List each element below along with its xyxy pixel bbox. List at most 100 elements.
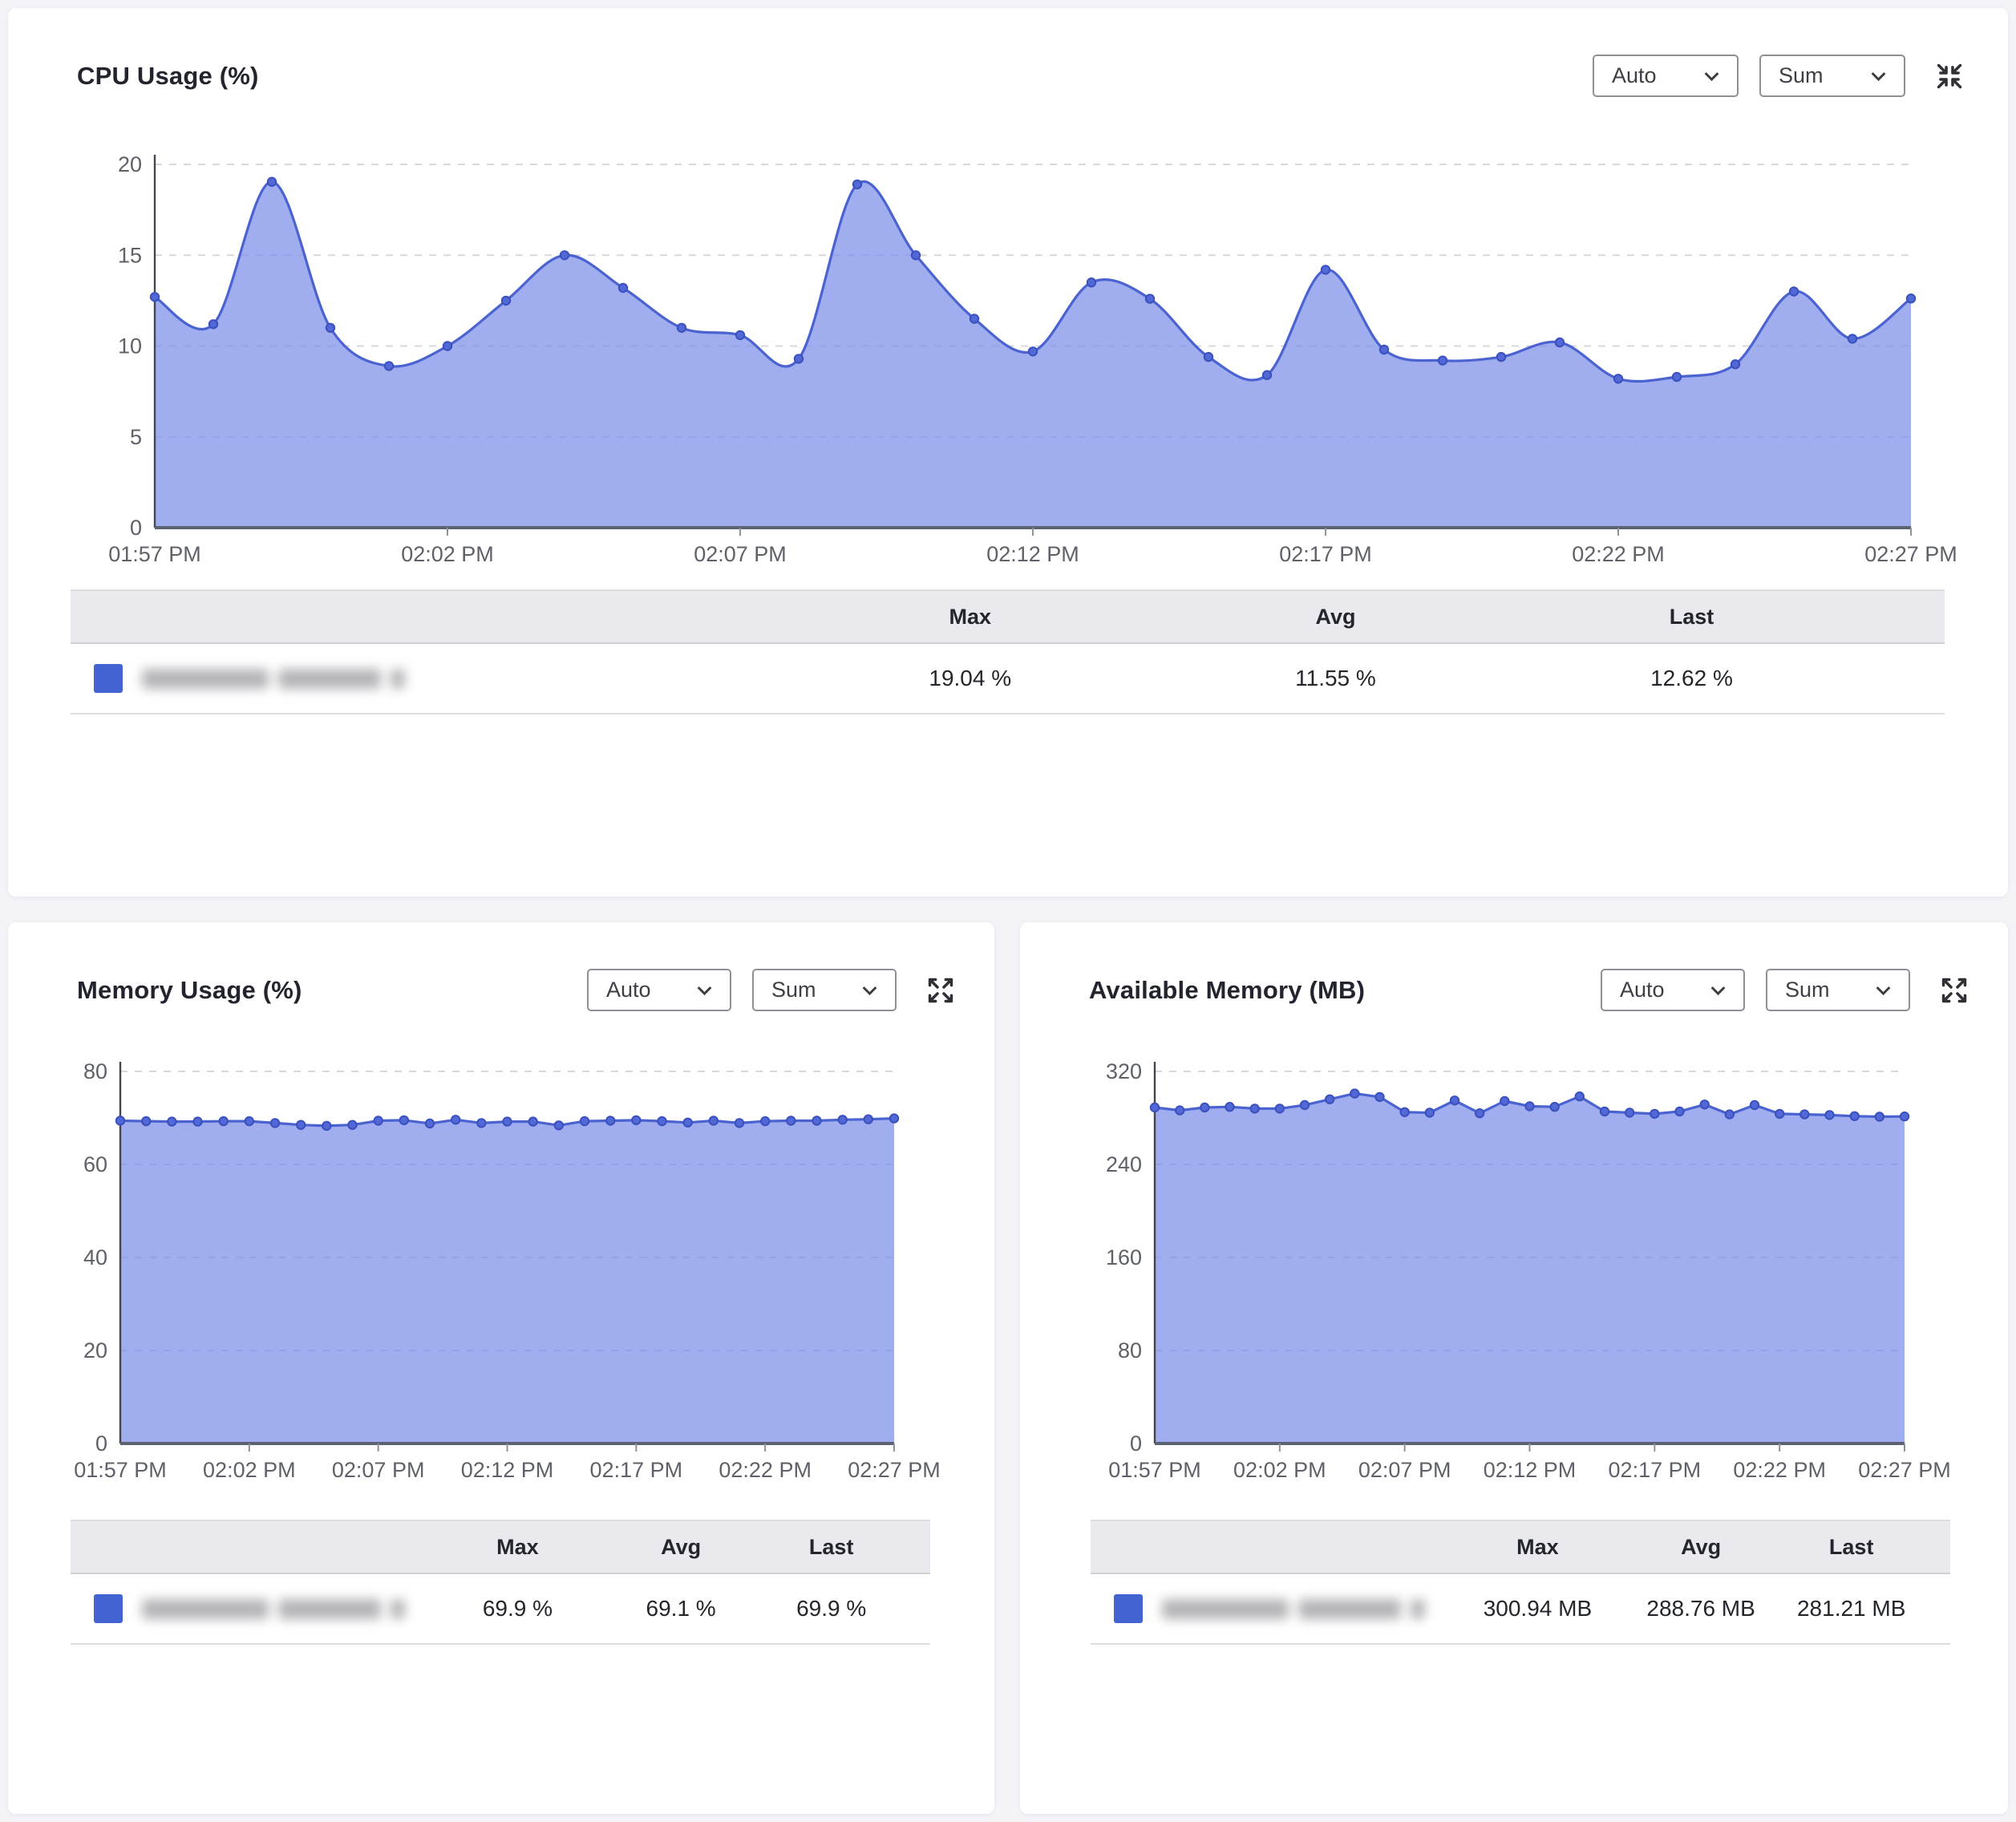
interval-select[interactable]: Auto [1593,55,1739,97]
svg-text:02:22 PM: 02:22 PM [719,1458,812,1482]
svg-text:02:27 PM: 02:27 PM [1858,1458,1951,1482]
svg-text:320: 320 [1106,1059,1142,1083]
avg-value: 288.76 MB [1624,1573,1779,1644]
series-color-swatch [94,1594,123,1623]
chevron-down-icon [1872,979,1894,1001]
aggregation-select-value: Sum [771,978,816,1002]
svg-text:01:57 PM: 01:57 PM [1108,1458,1201,1482]
aggregation-select[interactable]: Sum [752,969,897,1011]
svg-text:10: 10 [118,334,142,358]
table-row[interactable]: 300.94 MB 288.76 MB 281.21 MB [1091,1573,1950,1644]
panel-controls: Auto Sum [1593,55,1968,97]
svg-text:0: 0 [95,1431,107,1456]
svg-text:02:12 PM: 02:12 PM [1484,1458,1577,1482]
memory-usage-chart[interactable]: 80604020001:57 PM02:02 PM02:07 PM02:12 P… [32,1034,978,1500]
table-row[interactable]: 69.9 % 69.1 % 69.9 % [71,1573,930,1644]
spacer-column-header [1869,590,1945,643]
panel-memory-usage: Memory Usage (%) Auto Sum 80604020001:57… [8,922,994,1814]
last-column-header: Last [1513,590,1869,643]
svg-text:02:12 PM: 02:12 PM [461,1458,554,1482]
svg-text:02:17 PM: 02:17 PM [1609,1458,1702,1482]
series-column-header [71,1520,431,1573]
max-value: 19.04 % [783,643,1157,714]
avg-value: 11.55 % [1157,643,1513,714]
series-name-cell [1091,1573,1451,1644]
chevron-down-icon [694,979,715,1001]
aggregation-select[interactable]: Sum [1759,55,1905,97]
interval-select[interactable]: Auto [587,969,731,1011]
collapse-panel-button[interactable] [1931,58,1968,95]
svg-text:20: 20 [83,1338,107,1362]
svg-text:02:07 PM: 02:07 PM [332,1458,425,1482]
max-column-header: Max [1451,1520,1623,1573]
svg-text:02:27 PM: 02:27 PM [1864,542,1957,566]
aggregation-select-value: Sum [1785,978,1830,1002]
spacer-cell [905,1573,930,1644]
interval-select-value: Auto [1620,978,1665,1002]
svg-text:80: 80 [1118,1338,1142,1362]
page-title: Available Memory (MB) [1089,976,1365,1005]
memory-legend-table: Max Avg Last 69.9 % 69.1 % 69.9 % [71,1520,930,1645]
spacer-column-header [1925,1520,1950,1573]
avg-column-header: Avg [1157,590,1513,643]
spacer-cell [1925,1573,1950,1644]
panel-available-memory: Available Memory (MB) Auto Sum 320 240 160… [1020,922,2008,1814]
spacer-column-header [905,1520,930,1573]
interval-select-value: Auto [1612,63,1657,88]
last-column-header: Last [1779,1520,1925,1573]
panel-header: Available Memory (MB) Auto Sum [1020,922,2008,1011]
max-value: 69.9 % [431,1573,603,1644]
panel-controls: Auto Sum [1601,969,1973,1011]
avg-value: 69.1 % [604,1573,759,1644]
svg-text:02:22 PM: 02:22 PM [1733,1458,1826,1482]
series-name-blurred [142,669,405,689]
series-color-swatch [94,664,123,693]
svg-text:60: 60 [83,1152,107,1176]
svg-text:160: 160 [1106,1245,1142,1269]
avg-column-header: Avg [604,1520,759,1573]
svg-text:02:02 PM: 02:02 PM [1233,1458,1326,1482]
svg-text:240: 240 [1106,1152,1142,1176]
panel-header: CPU Usage (%) Auto Sum [8,8,2008,97]
last-value: 281.21 MB [1779,1573,1925,1644]
cpu-legend-table: Max Avg Last 19.04 % 11.55 % 12.62 % [71,589,1945,715]
svg-text:02:27 PM: 02:27 PM [848,1458,941,1482]
available-memory-chart[interactable]: 32024016080001:57 PM02:02 PM02:07 PM02:1… [1044,1034,1990,1500]
svg-text:02:22 PM: 02:22 PM [1572,542,1665,566]
available-memory-legend-table: Max Avg Last 300.94 MB 288.76 MB 281.21 … [1091,1520,1950,1645]
svg-text:20: 20 [118,152,142,176]
collapse-icon [1934,61,1965,91]
svg-text:02:02 PM: 02:02 PM [401,542,494,566]
panel-cpu-usage: CPU Usage (%) Auto Sum 2015105001:57 PM0… [8,8,2008,897]
svg-text:02:02 PM: 02:02 PM [203,1458,296,1482]
last-column-header: Last [759,1520,905,1573]
chevron-down-icon [1701,65,1723,87]
series-name-cell [71,643,783,714]
aggregation-select[interactable]: Sum [1766,969,1910,1011]
interval-select[interactable]: Auto [1601,969,1745,1011]
last-value: 69.9 % [759,1573,905,1644]
page-title: CPU Usage (%) [77,62,259,91]
aggregation-select-value: Sum [1779,63,1824,88]
svg-text:02:12 PM: 02:12 PM [986,542,1079,566]
svg-text:02:17 PM: 02:17 PM [590,1458,683,1482]
svg-text:02:17 PM: 02:17 PM [1279,542,1372,566]
avg-column-header: Avg [1624,1520,1779,1573]
svg-text:5: 5 [130,425,142,449]
chevron-down-icon [1868,65,1889,87]
expand-icon [1939,975,1969,1006]
series-name-blurred [142,1599,405,1619]
series-column-header [71,590,783,643]
spacer-cell [1869,643,1945,714]
panel-header: Memory Usage (%) Auto Sum [8,922,994,1011]
table-header-row: Max Avg Last [71,1520,930,1573]
max-column-header: Max [431,1520,603,1573]
series-column-header [1091,1520,1451,1573]
table-row[interactable]: 19.04 % 11.55 % 12.62 % [71,643,1945,714]
expand-panel-button[interactable] [1936,972,1973,1009]
chevron-down-icon [1707,979,1729,1001]
table-header-row: Max Avg Last [1091,1520,1950,1573]
max-column-header: Max [783,590,1157,643]
cpu-usage-chart[interactable]: 2015105001:57 PM02:02 PM02:07 PM02:12 PM… [56,136,1973,585]
expand-panel-button[interactable] [922,972,959,1009]
